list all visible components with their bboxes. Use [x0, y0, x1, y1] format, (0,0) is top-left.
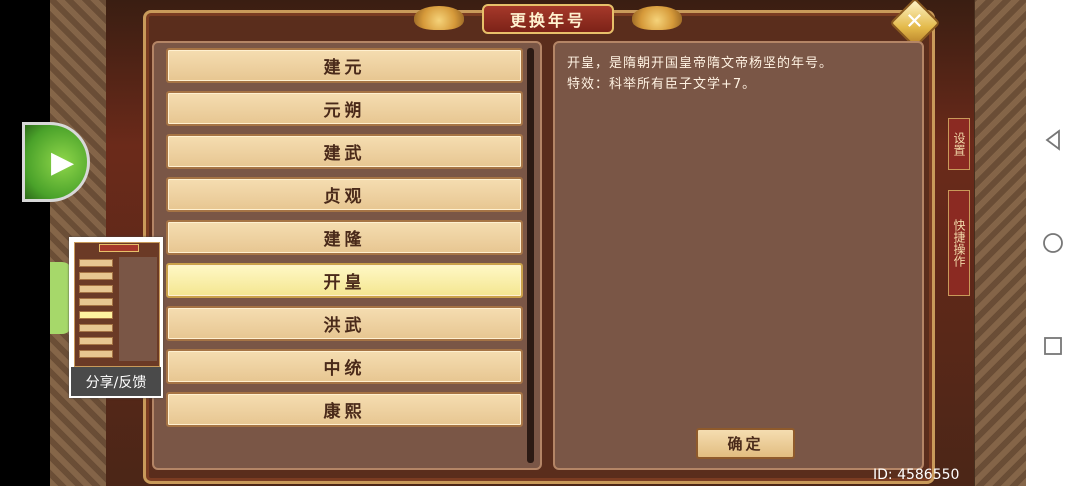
home-icon[interactable]: [1041, 231, 1065, 255]
era-description-panel: [553, 41, 924, 470]
back-icon[interactable]: [1041, 128, 1065, 152]
era-item-kangxi[interactable]: 康熙: [166, 392, 523, 427]
era-item-zhenguan[interactable]: 贞观: [166, 177, 523, 212]
left-screen-edge: [0, 0, 50, 486]
era-item-jianyuan[interactable]: 建元: [166, 48, 523, 83]
dialog-title: 更换年号: [482, 4, 614, 34]
quick-ops-tab-label: 快捷操作: [952, 219, 966, 267]
close-icon: ✕: [905, 9, 924, 35]
era-item-yuanshuo[interactable]: 元朔: [166, 91, 523, 126]
share-feedback-label: 分享/反馈: [71, 367, 161, 396]
era-item-kaihuang[interactable]: 开皇: [166, 263, 523, 298]
settings-tab-label: 设置: [952, 132, 966, 156]
era-item-zhongtong[interactable]: 中统: [166, 349, 523, 384]
share-feedback-card[interactable]: 分享/反馈: [69, 237, 163, 398]
play-arrow-icon: ▶: [51, 145, 75, 180]
era-description-text: 开皇，是隋朝开国皇帝隋文帝杨坚的年号。: [567, 56, 834, 71]
dialog-title-banner: 更换年号: [410, 2, 686, 34]
settings-tab[interactable]: 设置: [948, 118, 970, 170]
right-ornament-border: [975, 0, 1026, 486]
recent-apps-icon[interactable]: [1041, 334, 1065, 358]
era-item-jianlong[interactable]: 建隆: [166, 220, 523, 255]
era-item-hongwu[interactable]: 洪武: [166, 306, 523, 341]
system-nav-bar: [1026, 0, 1080, 486]
quick-ops-tab[interactable]: 快捷操作: [948, 190, 970, 296]
cloud-ornament-icon: [414, 6, 464, 30]
cloud-ornament-icon: [632, 6, 682, 30]
user-id-label: ID: 4586550: [873, 467, 960, 483]
era-list-scrollbar[interactable]: [527, 48, 534, 463]
screenshot-thumbnail: [74, 242, 160, 367]
confirm-button[interactable]: 确定: [696, 428, 795, 459]
era-item-jianwu[interactable]: 建武: [166, 134, 523, 169]
era-effect-text: 特效：科举所有臣子文学+7。: [567, 77, 757, 92]
